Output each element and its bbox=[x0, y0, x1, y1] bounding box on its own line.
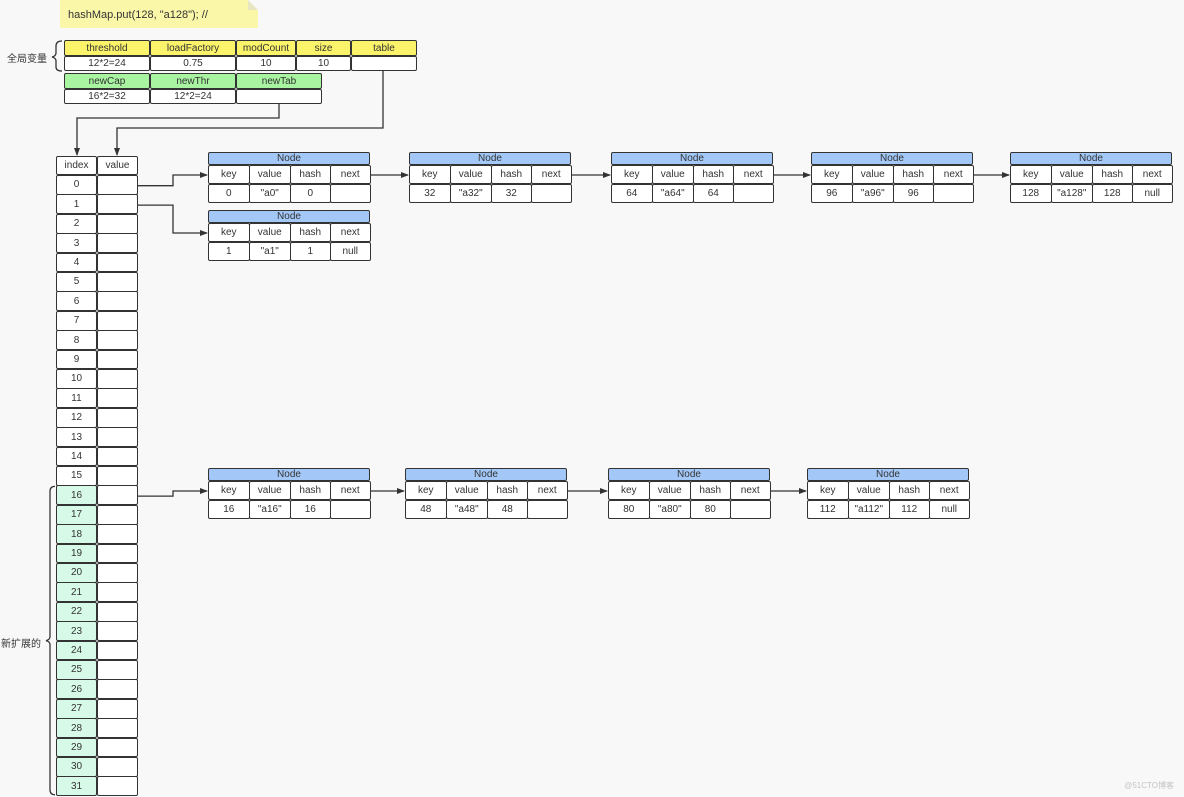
bucket-pointer-arrow bbox=[138, 172, 208, 187]
newtab-to-array-connector bbox=[74, 104, 280, 156]
bucket-pointer-arrow bbox=[138, 488, 208, 497]
watermark: @51CTO博客 bbox=[1124, 781, 1174, 790]
expanded-brace bbox=[45, 485, 56, 796]
bucket-pointer-arrow bbox=[138, 204, 208, 236]
table-to-array-connector bbox=[114, 71, 384, 156]
connector-layer bbox=[45, 40, 1010, 796]
global-vars-brace bbox=[51, 40, 63, 72]
